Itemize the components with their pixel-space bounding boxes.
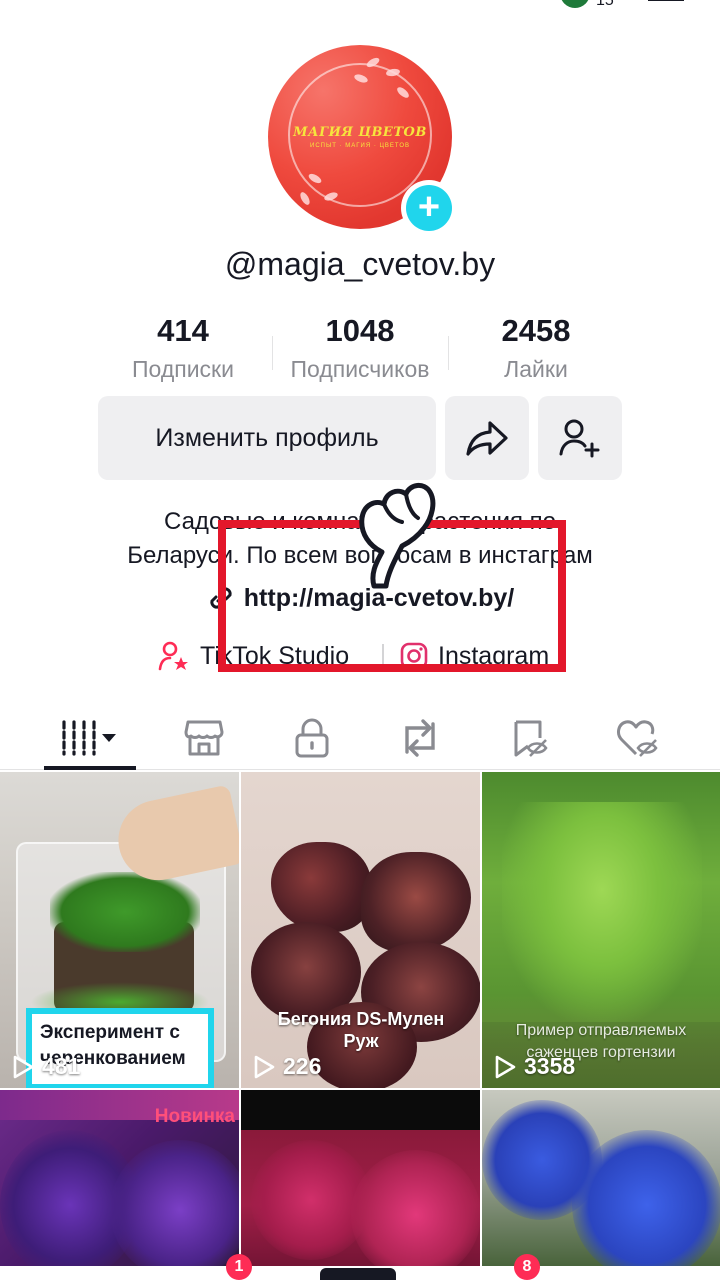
stat-value: 414 xyxy=(157,313,209,348)
grid-icon xyxy=(62,720,116,756)
view-count: 3358 xyxy=(494,1053,575,1080)
status-count: 15 xyxy=(596,0,614,9)
leaf-image xyxy=(361,852,471,952)
share-icon xyxy=(466,421,508,456)
flower-image xyxy=(351,1150,480,1280)
lock-icon xyxy=(295,718,329,758)
pointing-hand-icon xyxy=(359,483,436,589)
shop-icon xyxy=(184,720,224,756)
view-count-value: 481 xyxy=(42,1053,81,1079)
tab-liked[interactable] xyxy=(578,706,698,770)
user-star-icon xyxy=(158,641,188,671)
view-count: 226 xyxy=(253,1053,321,1080)
view-count-value: 3358 xyxy=(524,1053,576,1079)
video-caption: Бегония DS-Мулен Руж xyxy=(277,1009,445,1051)
tab-videos[interactable] xyxy=(30,706,150,770)
tab-reposts[interactable] xyxy=(360,706,480,770)
view-count: 481 xyxy=(12,1053,80,1080)
stat-value: 2458 xyxy=(501,313,571,348)
stat-label: Подписки xyxy=(132,356,234,382)
stat-followers[interactable]: 1048 Подписчиков xyxy=(275,312,445,388)
stat-following[interactable]: 414 Подписки xyxy=(98,312,268,388)
heart-hidden-icon xyxy=(617,720,658,757)
add-user-icon xyxy=(559,419,600,458)
avatar-logo-title: МАГИЯ ЦВЕТОВ xyxy=(293,125,427,140)
video-tile[interactable]: Эксперимент с черенкованием 481 xyxy=(0,772,239,1088)
leaf-image xyxy=(271,842,371,932)
add-friend-button[interactable] xyxy=(538,396,622,480)
plants-image xyxy=(50,872,200,952)
notification-badge: 8 xyxy=(514,1254,540,1280)
stat-likes[interactable]: 2458 Лайки xyxy=(451,312,621,388)
video-tile[interactable] xyxy=(241,1090,480,1280)
status-bar: 15 xyxy=(0,0,720,12)
video-grid: Эксперимент с черенкованием 481 Бегония … xyxy=(0,772,720,1280)
leaf-decor xyxy=(298,190,312,207)
tab-private[interactable] xyxy=(252,706,372,770)
tab-shop[interactable] xyxy=(144,706,264,770)
plant-image xyxy=(502,802,702,1022)
menu-icon[interactable] xyxy=(648,0,684,1)
stat-label: Подписчиков xyxy=(290,356,430,382)
flower-image xyxy=(572,1130,720,1280)
add-avatar-button[interactable]: + xyxy=(401,180,457,236)
play-icon xyxy=(495,1055,516,1078)
stats-row: 414 Подписки 1048 Подписчиков 2458 Лайки xyxy=(0,312,720,392)
active-tab-indicator xyxy=(44,766,136,770)
username: @magia_cvetov.by xyxy=(224,246,496,282)
bookmark-hidden-icon xyxy=(514,720,548,757)
new-badge: Новинка xyxy=(154,1106,235,1127)
divider xyxy=(448,336,449,370)
repost-icon xyxy=(405,719,435,757)
stat-value: 1048 xyxy=(325,313,395,348)
play-icon xyxy=(254,1055,275,1078)
divider xyxy=(272,336,273,370)
notification-badge: 1 xyxy=(226,1254,252,1280)
create-button[interactable] xyxy=(320,1268,396,1280)
flower-image xyxy=(110,1140,239,1280)
video-tile[interactable]: Бегония DS-Мулен Руж 226 xyxy=(241,772,480,1088)
avatar-logo-subtitle: ИСПЫТ · МАГИЯ · ЦВЕТОВ xyxy=(310,143,410,149)
play-icon xyxy=(13,1055,34,1078)
video-tile[interactable] xyxy=(482,1090,720,1280)
view-count-value: 226 xyxy=(283,1053,322,1079)
video-tile[interactable]: Новинка xyxy=(0,1090,239,1280)
share-profile-button[interactable] xyxy=(445,396,529,480)
stat-label: Лайки xyxy=(504,356,568,382)
bottom-nav: 1 8 xyxy=(0,1254,720,1280)
tab-favorites[interactable] xyxy=(470,706,590,770)
content-tabs xyxy=(0,706,720,770)
avatar-mini xyxy=(560,0,590,8)
plus-icon: + xyxy=(406,185,452,231)
video-tile[interactable]: Пример отправляемых саженцев гортензии 3… xyxy=(482,772,720,1088)
